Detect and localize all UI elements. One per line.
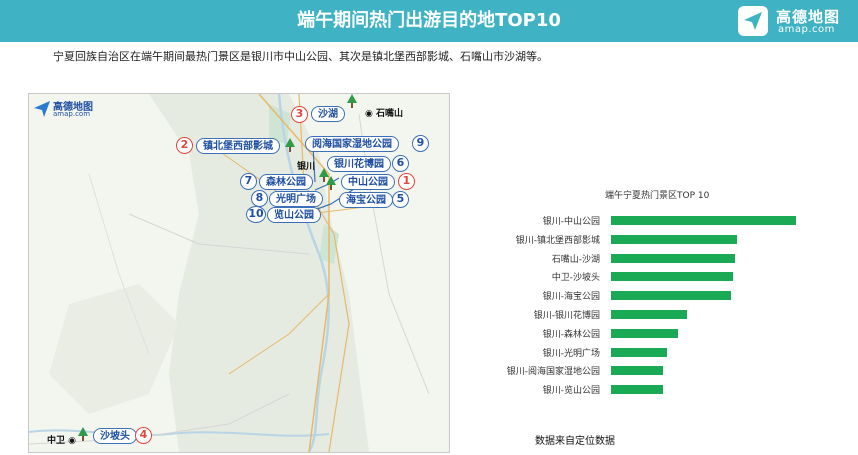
map-label-shahu[interactable]: 沙湖 [311,106,345,122]
rank-badge: 3 [291,106,308,123]
category-label: 石嘴山-沙湖 [551,254,600,265]
map-panel[interactable]: 高德地图 amap.com ◉ 石嘴山 银川 中卫 ◉ 3 沙湖 2 镇北堡西部… [28,93,450,453]
rank-badge: 2 [176,137,193,154]
tree-marker-icon [285,138,295,152]
brand-name-en: amap.com [778,24,835,35]
bar [611,310,687,319]
map-label-shapotou[interactable]: 沙坡头 [93,428,137,444]
category-label: 银川-光明广场 [542,348,600,359]
category-label: 银川-银川花博园 [533,311,600,321]
bar [611,253,735,263]
map-label-huabo[interactable]: 银川花博园 [327,156,391,172]
rank-badge: 6 [392,155,409,172]
rank-badge: 5 [392,191,409,208]
map-label-haibao[interactable]: 海宝公园 [339,192,393,208]
tree-marker-icon [326,176,336,190]
summary-text: 宁夏回族自治区在端午期间最热门景区是银川市中山公园、其次是镇北堡西部影城、石嘴山… [53,50,548,63]
bar [611,234,737,244]
bar [611,328,678,338]
city-marker-zhongwei: 中卫 ◉ [47,436,77,446]
paper-plane-icon [34,101,50,117]
rank-badge: 4 [135,427,152,444]
map-label-guangming[interactable]: 光明广场 [269,191,323,207]
source-note: 数据来自定位数据 [535,436,615,447]
category-label: 银川-海宝公园 [542,292,600,303]
chart-title: 端午宁夏热门景区TOP 10 [605,191,710,201]
category-label: 银川-览山公园 [542,386,600,397]
map-label-yuehai[interactable]: 阅海国家湿地公园 [305,136,399,152]
bar [611,272,734,282]
map-logo: 高德地图 amap.com [33,98,103,122]
map-label-zhenbeibao[interactable]: 镇北堡西部影城 [196,138,280,154]
tree-marker-icon [78,427,88,441]
header-bar: 端午期间热门出游目的地TOP10 高德地图 amap.com [0,0,858,42]
map-label-lanshan[interactable]: 览山公园 [267,207,321,223]
category-label: 银川-阅海国家湿地公园 [506,367,600,378]
rank-badge: 10 [246,206,266,223]
bar [611,291,732,301]
brand-logo: 高德地图 amap.com [738,4,848,38]
paper-plane-icon [738,6,768,36]
map-label-zhongshan[interactable]: 中山公园 [341,174,395,190]
bar-chart: 端午宁夏热门景区TOP 10 银川-中山公园银川-镇北堡西部影城石嘴山-沙湖 中卫… [480,180,840,400]
city-marker-shizuishan: ◉ 石嘴山 [365,109,404,119]
category-label: 银川-中山公园 [542,217,600,227]
rank-badge: 7 [240,173,257,190]
map-logo-en: amap.com [53,110,91,118]
bar [611,347,667,357]
bar [611,366,663,376]
category-label: 中卫-沙坡头 [551,273,600,284]
tree-marker-icon [347,94,357,108]
city-label-yinchuan: 银川 [297,162,316,172]
bar [611,385,663,395]
city-label: 石嘴山 [376,109,404,119]
rank-badge: 9 [412,135,429,152]
page-title: 端午期间热门出游目的地TOP10 [297,10,561,31]
map-label-senlin[interactable]: 森林公园 [259,174,313,190]
category-label: 银川-镇北堡西部影城 [515,235,600,246]
rank-badge: 8 [251,190,268,207]
city-label: 中卫 [47,436,66,446]
rank-badge: 1 [398,173,415,190]
bar [611,216,796,225]
category-label: 银川-森林公园 [542,329,600,340]
